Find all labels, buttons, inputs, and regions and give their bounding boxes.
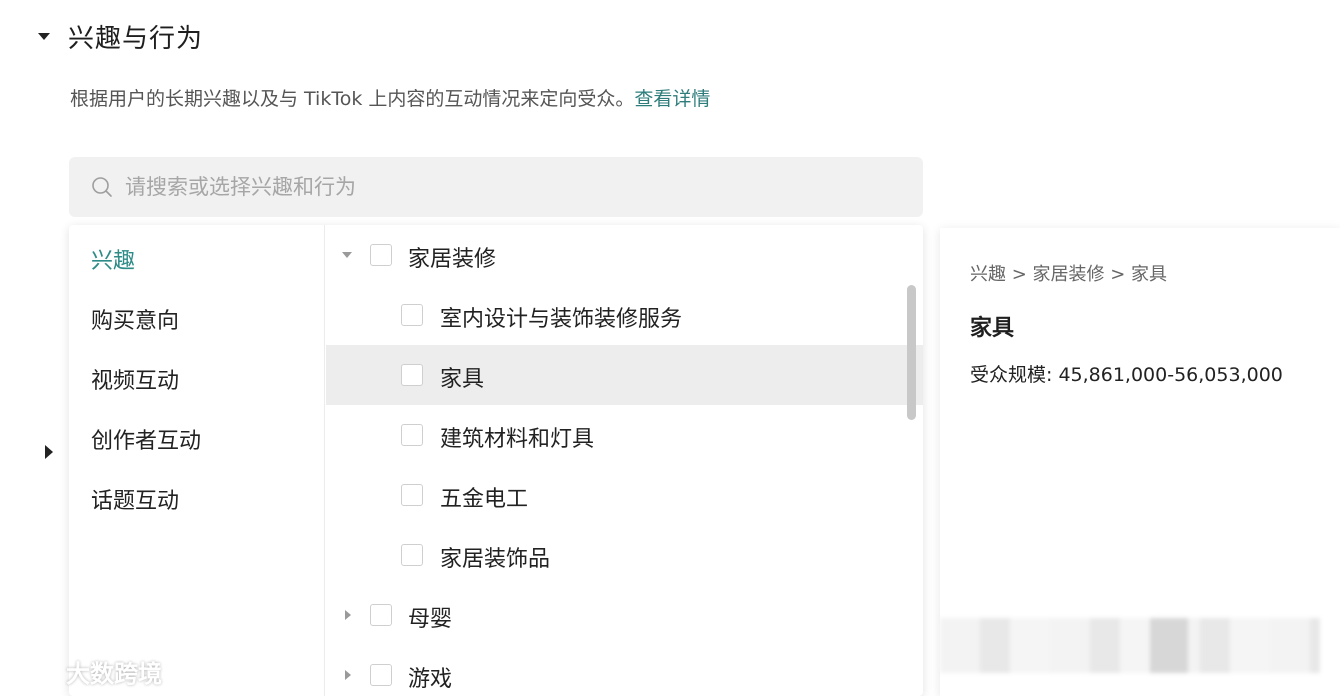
view-details-link[interactable]: 查看详情 xyxy=(634,88,710,110)
section-collapse-toggle[interactable] xyxy=(38,30,52,44)
interest-tree: 家居装修 室内设计与装饰装修服务 家具 建筑材料和灯具 五金电工 家居装饰品 母… xyxy=(326,225,923,696)
checkbox[interactable] xyxy=(401,544,423,566)
tree-label: 家具 xyxy=(440,367,485,392)
checkbox[interactable] xyxy=(370,244,392,266)
checkbox[interactable] xyxy=(370,664,392,686)
tree-label: 游戏 xyxy=(408,667,453,692)
search-box[interactable] xyxy=(69,157,923,217)
category-hashtag-interaction[interactable]: 话题互动 xyxy=(91,483,179,515)
tree-label: 五金电工 xyxy=(440,487,529,512)
tree-row-child[interactable]: 五金电工 xyxy=(326,465,923,525)
breadcrumb: 兴趣 > 家居装修 > 家具 xyxy=(970,264,1168,285)
checkbox[interactable] xyxy=(401,364,423,386)
caret-right-icon[interactable] xyxy=(345,670,351,680)
checkbox[interactable] xyxy=(401,424,423,446)
tree-label: 家居装饰品 xyxy=(440,547,551,572)
audience-size: 受众规模: 45,861,000-56,053,000 xyxy=(970,364,1283,386)
tree-row-maternal-baby[interactable]: 母婴 xyxy=(326,585,923,645)
category-creator-interaction[interactable]: 创作者互动 xyxy=(91,423,201,455)
tree-row-games[interactable]: 游戏 xyxy=(326,645,923,696)
caret-right-icon[interactable] xyxy=(345,610,351,620)
caret-down-icon xyxy=(38,33,50,40)
caret-down-icon[interactable] xyxy=(342,252,352,258)
logo-icon xyxy=(12,660,57,684)
tree-label: 建筑材料和灯具 xyxy=(440,427,595,452)
tree-row-child[interactable]: 室内设计与装饰装修服务 xyxy=(326,285,923,345)
search-icon xyxy=(92,177,112,197)
tree-label: 家居装修 xyxy=(408,247,497,272)
detail-title: 家具 xyxy=(970,316,1015,341)
description-text: 根据用户的长期兴趣以及与 TikTok 上内容的互动情况来定向受众。 xyxy=(70,88,635,110)
search-input[interactable] xyxy=(125,167,885,207)
category-purchase-intent[interactable]: 购买意向 xyxy=(91,303,179,335)
tree-row-child-highlighted[interactable]: 家具 xyxy=(326,345,923,405)
category-video-interaction[interactable]: 视频互动 xyxy=(91,363,179,395)
tree-label: 母婴 xyxy=(408,607,453,632)
interest-dropdown: 兴趣 购买意向 视频互动 创作者互动 话题互动 家居装修 室内设计与装饰装修服务… xyxy=(69,225,923,696)
tree-row-child[interactable]: 家居装饰品 xyxy=(326,525,923,585)
section-title: 兴趣与行为 xyxy=(68,24,204,54)
category-interest[interactable]: 兴趣 xyxy=(91,243,135,275)
watermark-text: 大数跨境 xyxy=(66,659,162,688)
tree-row-child[interactable]: 建筑材料和灯具 xyxy=(326,405,923,465)
blurred-region xyxy=(940,618,1320,673)
blurred-block xyxy=(1150,618,1188,673)
section-description: 根据用户的长期兴趣以及与 TikTok 上内容的互动情况来定向受众。查看详情 xyxy=(70,84,710,111)
category-list: 兴趣 购买意向 视频互动 创作者互动 话题互动 xyxy=(69,225,325,696)
checkbox[interactable] xyxy=(401,484,423,506)
watermark: 大数跨境 xyxy=(10,654,162,688)
expand-arrow-icon[interactable] xyxy=(45,445,53,459)
tree-row-home-improvement[interactable]: 家居装修 xyxy=(326,225,923,285)
tree-label: 室内设计与装饰装修服务 xyxy=(440,307,683,332)
tree-scrollbar[interactable] xyxy=(907,285,916,420)
checkbox[interactable] xyxy=(370,604,392,626)
checkbox[interactable] xyxy=(401,304,423,326)
